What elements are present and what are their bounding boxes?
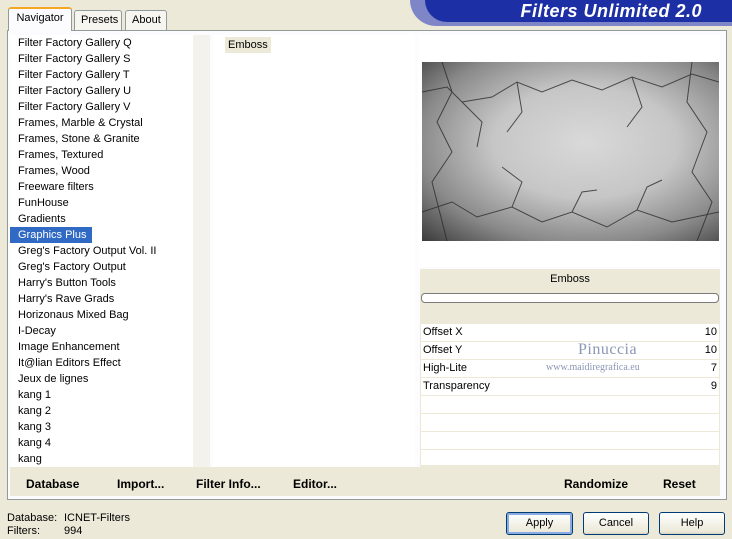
status-filters-label: Filters:	[7, 525, 40, 537]
category-item[interactable]: I-Decay	[10, 323, 184, 339]
tab-about[interactable]: About	[125, 10, 167, 30]
status-database-label: Database:	[7, 512, 58, 524]
category-item[interactable]: kang 2	[10, 403, 184, 419]
param-label: Transparency	[423, 380, 490, 392]
category-list[interactable]: Filter Factory Gallery Q Filter Factory G…	[10, 35, 193, 467]
category-item[interactable]: Filter Factory Gallery V	[10, 99, 184, 115]
randomize-button[interactable]: Randomize	[564, 477, 628, 491]
status-filters-value: 994	[64, 525, 83, 537]
category-item[interactable]: Horizonaus Mixed Bag	[10, 307, 184, 323]
param-value: 9	[710, 380, 717, 392]
category-item[interactable]: Filter Factory Gallery U	[10, 83, 184, 99]
category-item[interactable]: kang 3	[10, 419, 184, 435]
category-item[interactable]: Gradients	[10, 211, 184, 227]
category-item[interactable]: Frames, Wood	[10, 163, 184, 179]
category-item[interactable]: kang 1	[10, 387, 184, 403]
param-empty-row	[421, 396, 719, 414]
editor-button[interactable]: Editor...	[293, 477, 337, 491]
header-banner: Filters Unlimited 2.0	[425, 0, 732, 22]
param-label: Offset X	[423, 326, 463, 338]
progress-bar	[421, 293, 719, 303]
category-item[interactable]: Frames, Stone & Granite	[10, 131, 184, 147]
param-transparency[interactable]: Transparency 9	[421, 378, 719, 396]
category-item[interactable]: kang	[10, 451, 184, 467]
watermark-name: Pinuccia	[578, 341, 638, 358]
selected-filter-name: Emboss	[550, 273, 590, 285]
category-item[interactable]: Greg's Factory Output	[10, 259, 184, 275]
app-title: Filters Unlimited 2.0	[520, 1, 702, 21]
watermark-site: www.maidiregrafica.eu	[546, 362, 640, 373]
tab-presets[interactable]: Presets	[74, 10, 122, 30]
category-item[interactable]: Harry's Button Tools	[10, 275, 184, 291]
category-item[interactable]: FunHouse	[10, 195, 184, 211]
param-empty-row	[421, 450, 719, 466]
category-item[interactable]: Freeware filters	[10, 179, 184, 195]
category-item[interactable]: Graphics Plus	[10, 227, 92, 243]
category-item[interactable]: Greg's Factory Output Vol. II	[10, 243, 184, 259]
category-item[interactable]: Image Enhancement	[10, 339, 184, 355]
param-empty-row	[421, 414, 719, 432]
database-button[interactable]: Database	[26, 477, 79, 491]
filter-list[interactable]: Emboss	[213, 35, 415, 467]
category-item[interactable]: Frames, Textured	[10, 147, 184, 163]
category-item[interactable]: It@lian Editors Effect	[10, 355, 184, 371]
filter-info-button[interactable]: Filter Info...	[196, 477, 261, 491]
param-label: Offset Y	[423, 344, 463, 356]
category-item[interactable]: Frames, Marble & Crystal	[10, 115, 184, 131]
param-value: 10	[704, 344, 717, 356]
category-item[interactable]: Filter Factory Gallery Q	[10, 35, 184, 51]
category-item[interactable]: kang 4	[10, 435, 184, 451]
status-database-value: ICNET-Filters	[64, 512, 130, 524]
tab-navigator[interactable]: Navigator	[8, 7, 72, 31]
filter-item-emboss[interactable]: Emboss	[225, 37, 271, 53]
param-label: High-Lite	[423, 362, 468, 374]
import-button[interactable]: Import...	[117, 477, 164, 491]
preview-image	[422, 62, 719, 241]
category-item[interactable]: Filter Factory Gallery T	[10, 67, 184, 83]
category-item[interactable]: Harry's Rave Grads	[10, 291, 184, 307]
category-scrollbar[interactable]	[193, 35, 210, 467]
category-item[interactable]: Filter Factory Gallery S	[10, 51, 184, 67]
help-button[interactable]: Help	[659, 512, 725, 535]
apply-button[interactable]: Apply	[506, 512, 573, 535]
param-offset-y[interactable]: Offset Y 10	[421, 342, 719, 360]
category-item[interactable]: Jeux de lignes	[10, 371, 184, 387]
param-empty-row	[421, 432, 719, 450]
param-offset-x[interactable]: Offset X 10	[421, 324, 719, 342]
cancel-button[interactable]: Cancel	[583, 512, 649, 535]
reset-button[interactable]: Reset	[663, 477, 696, 491]
param-value: 7	[710, 362, 717, 374]
param-value: 10	[704, 326, 717, 338]
